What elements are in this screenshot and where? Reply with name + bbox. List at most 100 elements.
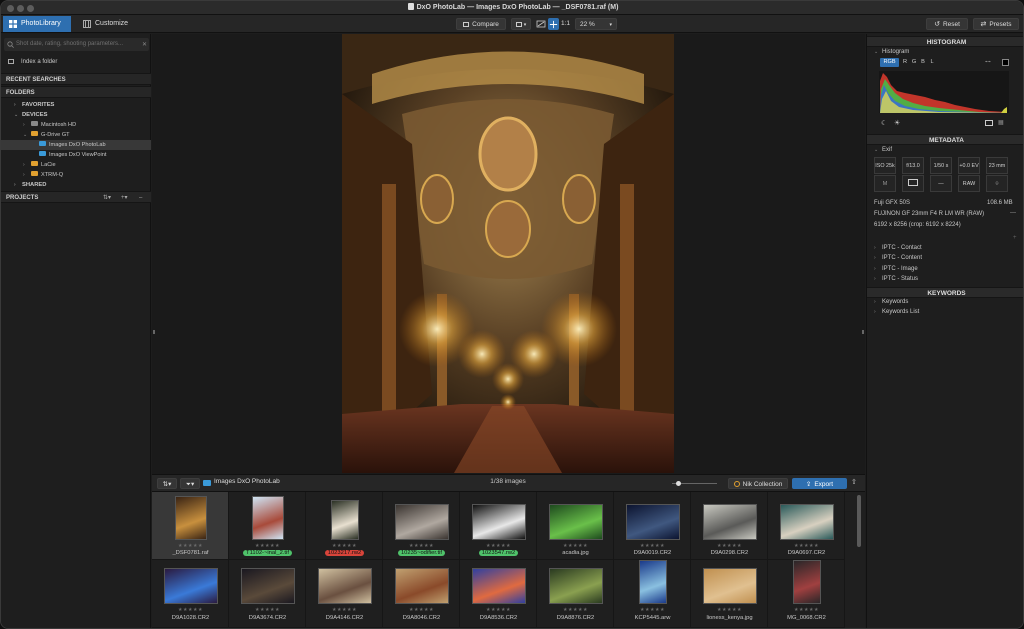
tree-xtrmq[interactable]: › XTRM-Q bbox=[23, 170, 63, 180]
star-rating[interactable]: ★★★★★ bbox=[768, 607, 845, 613]
star-rating[interactable]: ★★★★★ bbox=[152, 543, 229, 549]
reset-button[interactable]: ↺ Reset bbox=[926, 18, 968, 30]
recent-searches-header[interactable]: RECENT SEARCHES bbox=[1, 73, 151, 85]
thumbnail-size-slider-knob[interactable] bbox=[676, 481, 681, 486]
index-folder-button[interactable]: Index a folder bbox=[1, 57, 151, 68]
add-field-icon[interactable]: + bbox=[1013, 235, 1017, 241]
star-rating[interactable]: ★★★★★ bbox=[229, 543, 306, 549]
keywords-section[interactable]: › Keywords bbox=[874, 297, 908, 307]
metadata-header[interactable]: METADATA bbox=[867, 134, 1023, 145]
star-rating[interactable]: ★★★★★ bbox=[768, 543, 845, 549]
thumbnail-cell[interactable]: ★★★★★ T1102-~inal_2.tif bbox=[229, 492, 306, 560]
thumbnail-cell[interactable]: ★★★★★ 1023217.rw2 bbox=[306, 492, 383, 560]
left-panel-toggle[interactable] bbox=[153, 330, 155, 334]
channel-l[interactable]: L bbox=[928, 58, 936, 67]
iptc-image-section[interactable]: › IPTC - Image bbox=[874, 264, 918, 274]
tree-images-photolab[interactable]: Images DxO PhotoLab bbox=[1, 140, 151, 150]
tree-images-viewpoint[interactable]: Images DxO ViewPoint bbox=[39, 150, 106, 160]
channel-g[interactable]: G bbox=[910, 58, 918, 67]
zoom-dropdown[interactable]: 22 % ▾ bbox=[575, 18, 617, 30]
star-rating[interactable]: ★★★★★ bbox=[229, 607, 306, 613]
clear-search-icon[interactable]: ✕ bbox=[142, 41, 147, 48]
tree-devices[interactable]: ⌄ DEVICES bbox=[14, 110, 47, 120]
monitor-icon[interactable] bbox=[985, 120, 993, 126]
thumbnail-scrollbar[interactable] bbox=[857, 495, 861, 547]
right-panel-toggle[interactable] bbox=[862, 330, 864, 334]
thumbnail-cell[interactable]: ★★★★★ D9A8536.CR2 bbox=[460, 560, 537, 628]
export-button[interactable]: ⇪ Export bbox=[792, 478, 847, 489]
tree-favorites-label: FAVORITES bbox=[22, 102, 55, 108]
channel-rgb[interactable]: RGB bbox=[880, 58, 899, 67]
thumbnail-cell[interactable]: ★★★★★ acadia.jpg bbox=[537, 492, 614, 560]
thumbnail-cell[interactable]: ★★★★★ D9A8876.CR2 bbox=[537, 560, 614, 628]
presets-button[interactable]: ⇄ Presets bbox=[973, 18, 1019, 30]
star-rating[interactable]: ★★★★★ bbox=[460, 607, 537, 613]
clipping-icon[interactable]: ⌁⌁ bbox=[985, 59, 991, 65]
iptc-content-section[interactable]: › IPTC - Content bbox=[874, 253, 922, 263]
sun-icon[interactable]: ☀ bbox=[894, 119, 900, 127]
compare-button[interactable]: Compare bbox=[456, 18, 506, 30]
nik-collection-button[interactable]: Nik Collection bbox=[728, 478, 788, 489]
exif-section[interactable]: ⌄ Exif bbox=[874, 145, 892, 155]
channel-b[interactable]: B bbox=[919, 58, 927, 67]
tab-photolibrary[interactable]: PhotoLibrary bbox=[3, 16, 71, 32]
star-rating[interactable]: ★★★★★ bbox=[537, 543, 614, 549]
thumbnail-cell[interactable]: ★★★★★ D9A0298.CR2 bbox=[691, 492, 768, 560]
moon-icon[interactable]: ☾ bbox=[881, 119, 887, 127]
star-rating[interactable]: ★★★★★ bbox=[537, 607, 614, 613]
star-rating[interactable]: ★★★★★ bbox=[460, 543, 537, 549]
iptc-contact-section[interactable]: › IPTC - Contact bbox=[874, 243, 922, 253]
add-project-icon[interactable]: +▾ bbox=[121, 192, 128, 204]
black-point-swatch[interactable] bbox=[1002, 59, 1009, 66]
thumbnail-cell[interactable]: ★★★★★ KCP5445.arw bbox=[614, 560, 691, 628]
star-rating[interactable]: ★★★★★ bbox=[306, 543, 383, 549]
hand-tool-button[interactable] bbox=[548, 18, 559, 30]
star-rating[interactable]: ★★★★★ bbox=[691, 607, 768, 613]
projects-header[interactable]: PROJECTS ⇅▾ +▾ – bbox=[1, 191, 151, 203]
move-icon bbox=[549, 20, 558, 29]
sort-dropdown[interactable]: ⇅▾ bbox=[157, 478, 177, 489]
keywords-list-section[interactable]: › Keywords List bbox=[874, 307, 919, 317]
tab-customize[interactable]: Customize bbox=[77, 16, 137, 32]
thumbnail-cell[interactable]: ★★★★★ lioness_kenya.jpg bbox=[691, 560, 768, 628]
image-viewer[interactable] bbox=[152, 34, 865, 474]
thumbnail-cell[interactable]: ★★★★★ _DSF0781.raf bbox=[152, 492, 229, 560]
thumbnail-cell[interactable]: ★★★★★ 10235~odifier.tif bbox=[383, 492, 460, 560]
tree-macintosh-hd[interactable]: › Macintosh HD bbox=[23, 120, 76, 130]
thumbnail-cell[interactable]: ★★★★★ MG_0068.CR2 bbox=[768, 560, 845, 628]
tree-gdrive[interactable]: ⌄ G-Drive GT bbox=[23, 130, 70, 140]
ratio-1to1-button[interactable]: 1:1 bbox=[561, 18, 570, 30]
thumbnail-cell[interactable]: ★★★★★ D9A0697.CR2 bbox=[768, 492, 845, 560]
histogram-section[interactable]: ⌄ Histogram bbox=[874, 47, 909, 57]
display-mode-dropdown[interactable]: ▾ bbox=[511, 18, 531, 30]
star-rating[interactable]: ★★★★★ bbox=[152, 607, 229, 613]
folders-header[interactable]: FOLDERS bbox=[1, 86, 151, 98]
star-rating[interactable]: ★★★★★ bbox=[614, 543, 691, 549]
search-input[interactable]: Shot date, rating, shooting parameters..… bbox=[4, 38, 149, 51]
thumbnail-size-slider[interactable] bbox=[672, 481, 717, 486]
tree-favorites[interactable]: › FAVORITES bbox=[14, 100, 54, 110]
tree-shared[interactable]: › SHARED bbox=[14, 180, 46, 190]
thumbnail-cell[interactable]: ★★★★★ D9A4146.CR2 bbox=[306, 560, 383, 628]
star-rating[interactable]: ★★★★★ bbox=[306, 607, 383, 613]
thumbnail-cell[interactable]: ★★★★★ 1023547.rw2 bbox=[460, 492, 537, 560]
more-icon[interactable]: — bbox=[1010, 210, 1016, 216]
share-icon[interactable]: ⇧ bbox=[851, 478, 857, 486]
sort-icon[interactable]: ⇅▾ bbox=[103, 192, 111, 204]
iptc-status-section[interactable]: › IPTC - Status bbox=[874, 274, 918, 284]
star-rating[interactable]: ★★★★★ bbox=[383, 607, 460, 613]
thumbnail-cell[interactable]: ★★★★★ D9A8046.CR2 bbox=[383, 560, 460, 628]
remove-project-icon[interactable]: – bbox=[139, 192, 142, 204]
thumbnail-cell[interactable]: ★★★★★ D9A3674.CR2 bbox=[229, 560, 306, 628]
histogram-header[interactable]: HISTOGRAM bbox=[867, 36, 1023, 47]
filter-dropdown[interactable]: ⏷▾ bbox=[180, 478, 200, 489]
channel-r[interactable]: R bbox=[901, 58, 909, 67]
fit-screen-icon[interactable] bbox=[536, 19, 546, 29]
proof-icon[interactable]: ▦ bbox=[998, 119, 1004, 126]
tree-lacie[interactable]: › LaCie bbox=[23, 160, 56, 170]
star-rating[interactable]: ★★★★★ bbox=[614, 607, 691, 613]
thumbnail-cell[interactable]: ★★★★★ D9A0019.CR2 bbox=[614, 492, 691, 560]
star-rating[interactable]: ★★★★★ bbox=[383, 543, 460, 549]
star-rating[interactable]: ★★★★★ bbox=[691, 543, 768, 549]
thumbnail-cell[interactable]: ★★★★★ D9A1028.CR2 bbox=[152, 560, 229, 628]
